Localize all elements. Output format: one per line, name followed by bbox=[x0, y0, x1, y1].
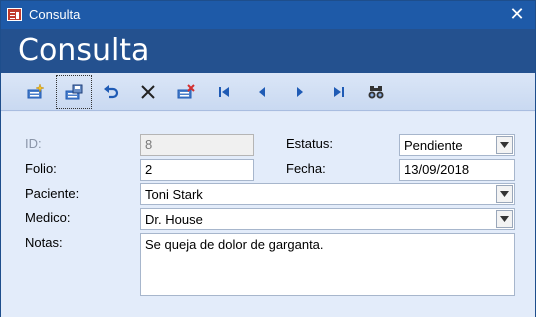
first-record-button[interactable] bbox=[206, 75, 242, 109]
new-record-icon bbox=[27, 83, 45, 99]
chevron-down-icon[interactable] bbox=[496, 185, 513, 203]
next-record-icon bbox=[297, 87, 303, 97]
first-record-icon bbox=[219, 87, 229, 97]
find-binoculars-icon bbox=[368, 86, 384, 99]
delete-record-button[interactable] bbox=[168, 75, 204, 109]
chevron-down-icon[interactable] bbox=[496, 210, 513, 228]
form-header: Consulta bbox=[1, 29, 535, 73]
estatus-value: Pendiente bbox=[404, 138, 463, 153]
estatus-label: Estatus: bbox=[286, 136, 333, 151]
consulta-window: Consulta ✕ Consulta ID: 8 Estatus: Pendi… bbox=[0, 0, 536, 317]
medico-value: Dr. House bbox=[145, 212, 203, 227]
folio-label: Folio: bbox=[25, 161, 57, 176]
id-field: 8 bbox=[140, 134, 254, 156]
last-record-icon bbox=[334, 87, 344, 97]
delete-button[interactable] bbox=[130, 75, 166, 109]
previous-record-icon bbox=[259, 87, 265, 97]
notas-textarea[interactable]: Se queja de dolor de garganta. bbox=[140, 233, 515, 296]
form-app-icon bbox=[7, 8, 22, 21]
page-title: Consulta bbox=[18, 33, 150, 68]
delete-record-icon bbox=[177, 84, 195, 99]
notas-label: Notas: bbox=[25, 235, 63, 250]
estatus-select[interactable]: Pendiente bbox=[399, 134, 515, 156]
fecha-field[interactable]: 13/09/2018 bbox=[399, 159, 515, 181]
medico-select[interactable]: Dr. House bbox=[140, 208, 515, 230]
paciente-label: Paciente: bbox=[25, 186, 80, 201]
save-record-icon bbox=[65, 84, 83, 100]
undo-button[interactable] bbox=[93, 75, 129, 109]
title-bar[interactable]: Consulta ✕ bbox=[1, 1, 535, 29]
delete-icon bbox=[141, 85, 155, 99]
find-button[interactable] bbox=[358, 75, 394, 109]
paciente-select[interactable]: Toni Stark bbox=[140, 183, 515, 205]
undo-icon bbox=[104, 85, 119, 99]
close-icon[interactable]: ✕ bbox=[507, 4, 527, 24]
new-record-button[interactable] bbox=[18, 75, 54, 109]
fecha-label: Fecha: bbox=[286, 161, 326, 176]
chevron-down-icon[interactable] bbox=[496, 136, 513, 154]
medico-label: Medico: bbox=[25, 210, 71, 225]
save-record-button[interactable] bbox=[56, 75, 92, 109]
folio-field[interactable]: 2 bbox=[140, 159, 254, 181]
paciente-value: Toni Stark bbox=[145, 187, 203, 202]
window-title: Consulta bbox=[29, 7, 81, 22]
toolbar bbox=[1, 73, 535, 111]
last-record-button[interactable] bbox=[321, 75, 357, 109]
previous-record-button[interactable] bbox=[244, 75, 280, 109]
form-detail: ID: 8 Estatus: Pendiente Folio: 2 Fecha:… bbox=[1, 112, 535, 317]
next-record-button[interactable] bbox=[282, 75, 318, 109]
id-label: ID: bbox=[25, 136, 42, 151]
